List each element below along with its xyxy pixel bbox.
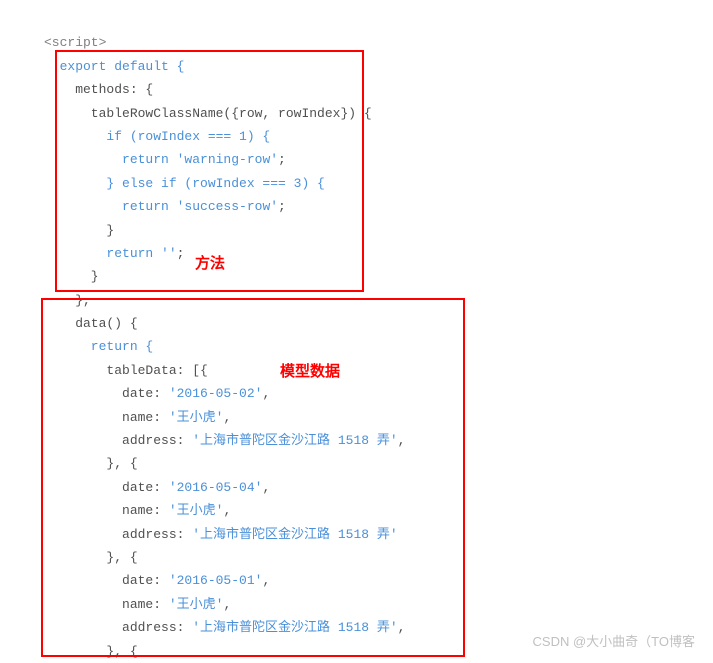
code-line: if (rowIndex === 1) { <box>44 129 270 144</box>
code-line: return 'success-row'; <box>44 199 286 214</box>
annotation-label-data: 模型数据 <box>280 358 340 385</box>
code-line: date: '2016-05-01', <box>44 573 270 588</box>
code-line: }, { <box>44 456 138 471</box>
code-line: address: '上海市普陀区金沙江路 1518 弄' <box>44 527 398 542</box>
watermark-text: CSDN @大小曲奇（TO博客 <box>533 630 695 653</box>
code-line: } <box>44 223 114 238</box>
code-line: return { <box>44 339 153 354</box>
code-line: }, { <box>44 550 138 565</box>
code-line: date: '2016-05-02', <box>44 386 270 401</box>
code-line: methods: { <box>44 82 153 97</box>
code-line: date: '2016-05-04', <box>44 480 270 495</box>
code-line: }, <box>44 293 91 308</box>
code-block: <script> export default { methods: { tab… <box>0 0 713 663</box>
code-line: return ''; <box>44 246 184 261</box>
code-line: name: '王小虎', <box>44 410 231 425</box>
code-line: } else if (rowIndex === 3) { <box>44 176 325 191</box>
code-line: address: '上海市普陀区金沙江路 1518 弄', <box>44 433 405 448</box>
annotation-label-methods: 方法 <box>195 250 225 277</box>
code-line: } <box>44 269 99 284</box>
code-line: data() { <box>44 316 138 331</box>
code-line: return 'warning-row'; <box>44 152 286 167</box>
code-line: name: '王小虎', <box>44 597 231 612</box>
code-line: }, { <box>44 644 138 659</box>
code-line: tableRowClassName({row, rowIndex}) { <box>44 106 372 121</box>
code-line: name: '王小虎', <box>44 503 231 518</box>
code-line: export default { <box>44 59 184 74</box>
code-line: address: '上海市普陀区金沙江路 1518 弄', <box>44 620 405 635</box>
code-line: tableData: [{ <box>44 363 208 378</box>
code-line: <script> <box>44 35 106 50</box>
